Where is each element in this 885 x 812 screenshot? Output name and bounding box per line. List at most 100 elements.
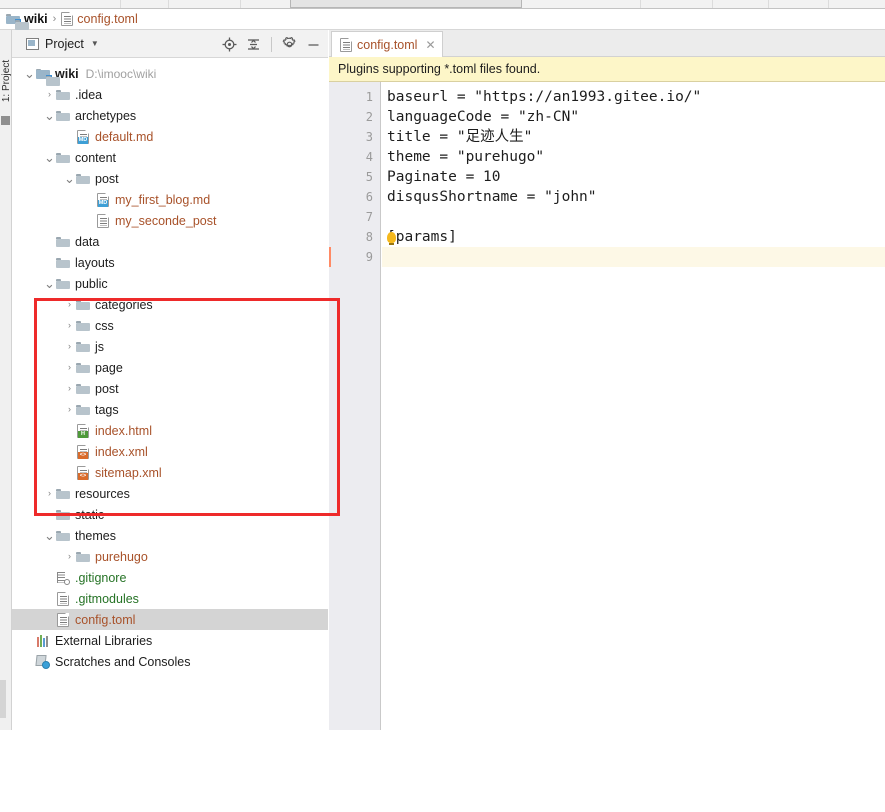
chevron-right-icon[interactable]: › <box>64 362 75 373</box>
line-number[interactable]: 5 <box>333 167 373 187</box>
tree-row-label: themes <box>75 529 116 543</box>
line-number[interactable]: 2 <box>333 107 373 127</box>
line-number[interactable]: 9 <box>333 247 373 267</box>
project-file-tree[interactable]: ⌄wikiD:\imooc\wiki › .idea ⌄archetypesMDdef… <box>12 58 328 730</box>
chevron-down-icon[interactable]: ▼ <box>91 39 99 48</box>
tree-row-index-html[interactable]: Hindex.html <box>12 420 328 441</box>
toolbar-divider <box>768 0 769 8</box>
chevron-right-icon[interactable]: › <box>44 488 55 499</box>
line-number[interactable]: 4 <box>333 147 373 167</box>
chevron-down-icon[interactable]: ⌄ <box>44 110 55 121</box>
tree-row-tags[interactable]: ›tags <box>12 399 328 420</box>
chevron-right-icon[interactable]: › <box>64 299 75 310</box>
chevron-down-icon[interactable]: ⌄ <box>24 68 35 79</box>
tree-row-label: layouts <box>75 256 115 270</box>
project-view-selector[interactable]: Project ▼ <box>26 37 99 51</box>
tree-row-page[interactable]: ›page <box>12 357 328 378</box>
tree-row-path: D:\imooc\wiki <box>86 67 157 81</box>
main-toolbar-strip <box>0 0 885 9</box>
folder-icon-wrap <box>75 339 91 355</box>
tree-row-sitemap-xml[interactable]: <>sitemap.xml <box>12 462 328 483</box>
chevron-down-icon[interactable]: ⌄ <box>44 278 55 289</box>
line-number[interactable]: 7 <box>333 207 373 227</box>
tree-row--gitignore[interactable]: .gitignore <box>12 567 328 588</box>
breadcrumb-item-file[interactable]: config.toml <box>61 12 137 26</box>
tree-row-data[interactable]: data <box>12 231 328 252</box>
close-icon[interactable]: ✕ <box>425 39 435 51</box>
tree-row-label: post <box>95 382 119 396</box>
tree-row-scratches-and-consoles[interactable]: Scratches and Consoles <box>12 651 328 672</box>
toml-file-icon-wrap <box>55 612 71 628</box>
tree-row-label: .idea <box>75 88 102 102</box>
chevron-right-icon[interactable]: › <box>64 341 75 352</box>
collapse-all-icon[interactable] <box>245 36 262 53</box>
line-number-gutter[interactable]: 123456789 <box>329 82 381 730</box>
code-editor[interactable]: 123456789 baseurl = "https://an1993.gite… <box>329 82 885 730</box>
tree-row-config-toml[interactable]: config.toml <box>12 609 328 630</box>
folder-icon-wrap <box>75 402 91 418</box>
tree-row--idea[interactable]: › .idea <box>12 84 328 105</box>
minimize-icon[interactable] <box>305 36 322 53</box>
tree-row-external-libraries[interactable]: External Libraries <box>12 630 328 651</box>
chevron-right-icon[interactable]: › <box>64 320 75 331</box>
line-number[interactable]: 8 <box>333 227 373 247</box>
chevron-down-icon[interactable]: ⌄ <box>44 530 55 541</box>
project-tool-window-icon <box>1 116 10 125</box>
lightbulb-icon[interactable] <box>387 232 396 243</box>
tree-row-layouts[interactable]: layouts <box>12 252 328 273</box>
folder-icon-wrap <box>75 381 91 397</box>
code-line-7[interactable] <box>382 207 885 227</box>
module-icon <box>6 13 20 25</box>
code-line-9[interactable] <box>382 247 885 267</box>
plugin-notification-banner[interactable]: Plugins supporting *.toml files found. <box>329 57 885 82</box>
chevron-right-icon[interactable]: › <box>64 383 75 394</box>
tree-row-archetypes[interactable]: ⌄archetypes <box>12 105 328 126</box>
project-view-icon <box>26 38 39 50</box>
breadcrumb-item-project[interactable]: wiki <box>6 12 48 26</box>
editor-tab-config-toml[interactable]: config.toml ✕ <box>331 31 443 57</box>
code-line-5[interactable]: Paginate = 10 <box>382 167 885 187</box>
tree-row-label: sitemap.xml <box>95 466 162 480</box>
chevron-right-icon[interactable]: › <box>64 551 75 562</box>
line-number[interactable]: 6 <box>333 187 373 207</box>
tree-row-css[interactable]: ›css <box>12 315 328 336</box>
tree-row-purehugo[interactable]: ›purehugo <box>12 546 328 567</box>
tree-row-resources[interactable]: ›resources <box>12 483 328 504</box>
chevron-right-icon[interactable]: › <box>44 89 55 100</box>
project-scrollbar-thumb[interactable] <box>0 680 6 718</box>
tree-row-post[interactable]: › post <box>12 378 328 399</box>
code-line-8[interactable]: [params] <box>382 227 885 247</box>
tree-row-my-seconde-post[interactable]: my_seconde_post <box>12 210 328 231</box>
gear-icon[interactable] <box>281 36 298 53</box>
tree-row-my-first-blog-md[interactable]: MDmy_first_blog.md <box>12 189 328 210</box>
code-line-6[interactable]: disqusShortname = "john" <box>382 187 885 207</box>
code-line-1[interactable]: baseurl = "https://an1993.gitee.io/" <box>382 87 885 107</box>
tree-row-default-md[interactable]: MDdefault.md <box>12 126 328 147</box>
tree-row-js[interactable]: ›js <box>12 336 328 357</box>
tree-row-static[interactable]: static <box>12 504 328 525</box>
tree-row-label: data <box>75 235 99 249</box>
chevron-down-icon[interactable]: ⌄ <box>44 152 55 163</box>
toolbar-divider <box>240 0 241 8</box>
tree-row-index-xml[interactable]: <>index.xml <box>12 441 328 462</box>
tree-row-public[interactable]: ⌄public <box>12 273 328 294</box>
chevron-right-icon[interactable]: › <box>64 404 75 415</box>
tree-row--gitmodules[interactable]: .gitmodules <box>12 588 328 609</box>
folder-icon-wrap <box>55 87 71 103</box>
line-number[interactable]: 3 <box>333 127 373 147</box>
line-number[interactable]: 1 <box>333 87 373 107</box>
tree-row-themes[interactable]: ⌄ themes <box>12 525 328 546</box>
chevron-down-icon[interactable]: ⌄ <box>64 173 75 184</box>
code-content[interactable]: baseurl = "https://an1993.gitee.io/"lang… <box>382 82 885 730</box>
folder-icon <box>76 320 90 331</box>
tree-row-content[interactable]: ⌄content <box>12 147 328 168</box>
crosshair-target-icon[interactable] <box>221 36 238 53</box>
code-line-3[interactable]: title = "足迹人生" <box>382 127 885 147</box>
tree-row-wiki[interactable]: ⌄wikiD:\imooc\wiki <box>12 63 328 84</box>
tree-row-categories[interactable]: ›categories <box>12 294 328 315</box>
code-line-4[interactable]: theme = "purehugo" <box>382 147 885 167</box>
folder-icon-wrap <box>75 171 91 187</box>
tree-row-post[interactable]: ⌄post <box>12 168 328 189</box>
run-configuration-selector[interactable] <box>290 0 522 8</box>
code-line-2[interactable]: languageCode = "zh-CN" <box>382 107 885 127</box>
